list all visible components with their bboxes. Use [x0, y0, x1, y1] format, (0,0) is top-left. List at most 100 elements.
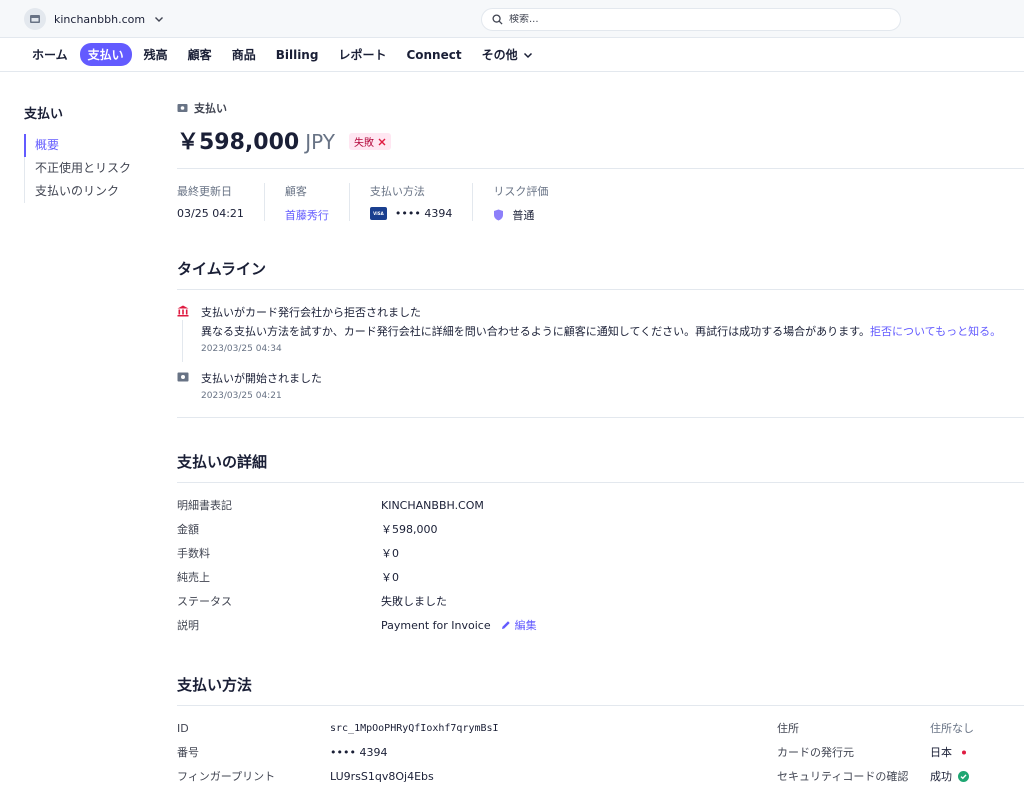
- sidebar-item-overview[interactable]: 概要: [24, 134, 131, 157]
- learn-more-link[interactable]: 拒否についてもっと知る。: [870, 325, 1001, 338]
- timeline-event-time: 2023/03/25 04:21: [201, 391, 282, 401]
- pm-label: 番号: [177, 746, 199, 759]
- pm-label: カードの発行元: [777, 746, 854, 759]
- amount-row: ￥598,000 JPY 失敗: [177, 124, 1024, 156]
- detail-label: 明細書表記: [177, 499, 232, 512]
- detail-row: ステータス 失敗しました: [177, 589, 1024, 613]
- detail-label: 手数料: [177, 547, 210, 560]
- chevron-down-icon: [155, 17, 164, 22]
- close-icon: [378, 138, 386, 145]
- top-bar: kinchanbbh.com: [0, 0, 1024, 38]
- divider: [177, 482, 1024, 483]
- timeline-event-title: 支払いが開始されました: [201, 372, 322, 385]
- sidebar-item-fraud-risk[interactable]: 不正使用とリスク: [25, 157, 131, 180]
- summary-updated-label: 最終更新日: [177, 185, 232, 198]
- details-title: 支払いの詳細: [177, 453, 268, 471]
- payment-icon: [177, 372, 189, 382]
- nav-payments[interactable]: 支払い: [79, 43, 132, 66]
- main-nav: ホーム 支払い 残高 顧客 商品 Billing レポート Connect その…: [0, 38, 1024, 72]
- summary-risk-value[interactable]: 普通: [493, 207, 548, 223]
- account-switcher[interactable]: kinchanbbh.com: [24, 8, 165, 30]
- check-circle-icon: [958, 770, 969, 782]
- nav-products[interactable]: 商品: [224, 43, 264, 66]
- detail-value: ￥0: [381, 571, 399, 584]
- edit-label: 編集: [514, 619, 537, 632]
- nav-connect[interactable]: Connect: [398, 45, 469, 65]
- customer-link[interactable]: 首藤秀行: [285, 207, 329, 223]
- pm-row: セキュリティコードの確認 成功: [777, 764, 1024, 788]
- payment-method-grid: ID src_1MpOoPHRyQfIoxhf7qrymBsI 番号 •••• 43…: [177, 716, 1024, 790]
- timeline-event-title: 支払いがカード発行会社から拒否されました: [201, 306, 421, 319]
- main-content: 支払い ￥598,000 JPY 失敗 最終更新日 03/25 04:21 顧客…: [177, 100, 1024, 790]
- bank-icon: [177, 305, 189, 317]
- divider: [177, 289, 1024, 290]
- search-input[interactable]: [509, 14, 889, 25]
- detail-label: 純売上: [177, 571, 210, 584]
- timeline-event: 支払いがカード発行会社から拒否されました 異なる支払い方法を試すか、カード発行会…: [177, 304, 1024, 362]
- cvc-status: 成功: [930, 770, 952, 783]
- payment-summary: 最終更新日 03/25 04:21 顧客 首藤秀行 支払い方法 VISA •••…: [177, 183, 1024, 223]
- nav-billing[interactable]: Billing: [268, 45, 327, 65]
- status-badge-label: 失敗: [353, 138, 374, 149]
- pm-row: 住所 住所なし: [777, 716, 1024, 740]
- nav-customers[interactable]: 顧客: [180, 43, 220, 66]
- pm-row: カードの発行元 日本: [777, 740, 1024, 764]
- divider: [177, 705, 1024, 706]
- payment-method-right: 住所 住所なし カードの発行元 日本 セキュリティコードの確認 成功: [777, 716, 1024, 788]
- summary-risk: リスク評価 普通: [493, 183, 568, 223]
- fingerprint-link[interactable]: LU9rsS1qv8Oj4Ebs: [330, 770, 434, 783]
- pm-label: 住所: [777, 722, 799, 735]
- account-name: kinchanbbh.com: [54, 12, 146, 26]
- detail-label: 金額: [177, 523, 199, 536]
- detail-label: 説明: [177, 619, 199, 632]
- pm-number-value: •••• 4394: [330, 745, 388, 759]
- store-icon: [24, 8, 46, 30]
- nav-balances[interactable]: 残高: [136, 43, 176, 66]
- timeline-title: タイムライン: [177, 260, 266, 278]
- pm-id-value: src_1MpOoPHRyQfIoxhf7qrymBsI: [330, 722, 499, 734]
- timeline-event: 支払いが開始されました 2023/03/25 04:21: [177, 370, 1024, 401]
- detail-label: ステータス: [177, 595, 232, 608]
- pm-row: フィンガープリント LU9rsS1qv8Oj4Ebs: [177, 764, 737, 788]
- nav-more-label: その他: [481, 48, 518, 62]
- detail-value: ￥598,000: [381, 523, 438, 536]
- detail-row: 純売上 ￥0: [177, 565, 1024, 589]
- visa-card-icon: VISA: [369, 207, 387, 220]
- payment-amount: ￥598,000: [177, 130, 300, 155]
- pm-address-value: 住所なし: [930, 722, 974, 735]
- sidebar-title: 支払い: [24, 107, 64, 122]
- summary-customer-label: 顧客: [284, 185, 307, 198]
- timeline-event-desc-text: 異なる支払い方法を試すか、カード発行会社に詳細を問い合わせるように顧客に通知して…: [201, 325, 871, 338]
- divider: [177, 168, 1024, 169]
- nav-reports[interactable]: レポート: [330, 43, 394, 66]
- edit-description-button[interactable]: 編集: [501, 617, 537, 633]
- search-bar[interactable]: [481, 8, 901, 31]
- details-list: 明細書表記 KINCHANBBH.COM 金額 ￥598,000 手数料 ￥0 純売上…: [177, 493, 1024, 637]
- detail-row: 金額 ￥598,000: [177, 517, 1024, 541]
- summary-updated: 最終更新日 03/25 04:21: [177, 183, 265, 221]
- timeline-event-time: 2023/03/25 04:34: [201, 344, 282, 354]
- search-icon: [492, 14, 503, 25]
- detail-value: Payment for Invoice 編集: [381, 617, 537, 633]
- detail-row: 説明 Payment for Invoice 編集: [177, 613, 1024, 637]
- timeline-connector: [182, 320, 183, 362]
- detail-value: ￥0: [381, 547, 399, 560]
- card-last4: •••• 4394: [394, 207, 453, 220]
- pm-label: フィンガープリント: [177, 770, 276, 783]
- issuer-country: 日本: [930, 746, 952, 759]
- summary-customer: 顧客 首藤秀行: [284, 183, 350, 223]
- timeline-event-desc: 異なる支払い方法を試すか、カード発行会社に詳細を問い合わせるように顧客に通知して…: [201, 323, 1024, 339]
- payment-currency: JPY: [305, 130, 335, 154]
- nav-more[interactable]: その他: [474, 43, 542, 66]
- pencil-icon: [501, 621, 510, 629]
- pm-label: ID: [177, 721, 189, 735]
- summary-risk-label: リスク評価: [493, 185, 549, 198]
- description-text: Payment for Invoice: [381, 618, 491, 632]
- nav-home[interactable]: ホーム: [24, 43, 76, 66]
- divider: [177, 417, 1024, 418]
- pm-row: ID src_1MpOoPHRyQfIoxhf7qrymBsI: [177, 716, 737, 740]
- japan-flag-icon: [958, 747, 970, 757]
- sidebar-item-payment-links[interactable]: 支払いのリンク: [25, 180, 131, 203]
- summary-updated-value: 03/25 04:21: [177, 207, 244, 220]
- summary-method-value: VISA •••• 4394: [369, 207, 453, 220]
